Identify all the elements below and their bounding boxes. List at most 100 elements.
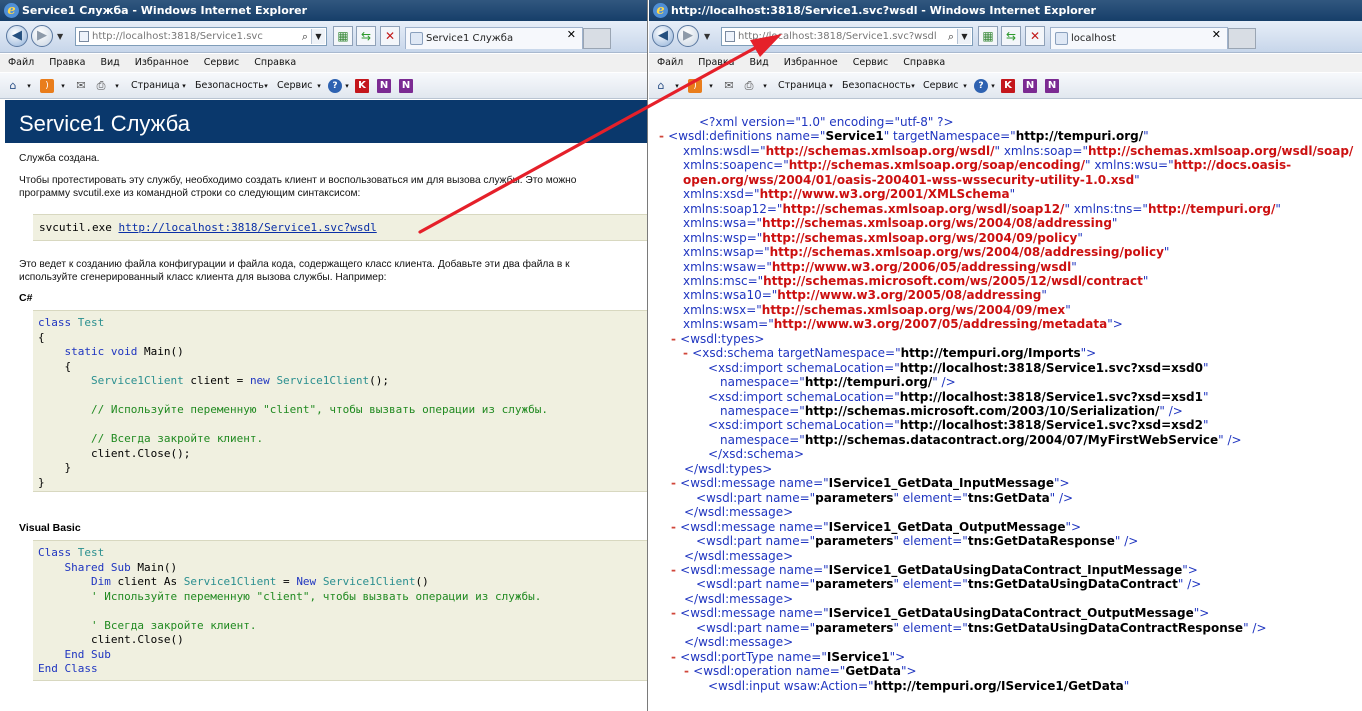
back-button[interactable]: ◀ bbox=[652, 25, 674, 47]
xml-token: - bbox=[683, 346, 693, 361]
onenote-icon[interactable]: N bbox=[377, 79, 391, 93]
xml-token: http://tempuri.org/ bbox=[1015, 129, 1144, 144]
feeds-icon[interactable]: ) bbox=[688, 79, 702, 93]
tab-localhost[interactable]: localhost ✕ bbox=[1050, 27, 1228, 49]
menu-tools[interactable]: Сервис bbox=[204, 57, 240, 68]
address-bar[interactable]: http://localhost:3818/Service1.svc ⌕ ▼ bbox=[75, 27, 327, 46]
back-button[interactable]: ◀ bbox=[6, 25, 28, 47]
mail-icon[interactable]: ✉ bbox=[74, 79, 88, 93]
address-bar[interactable]: http://localhost:3818/Service1.svc?wsdl … bbox=[721, 27, 973, 46]
menu-favorites[interactable]: Избранное bbox=[135, 57, 189, 68]
refresh-button[interactable]: ⇆ bbox=[1001, 26, 1021, 46]
xml-token: " bbox=[1111, 216, 1118, 231]
page-title: Service1 Служба bbox=[5, 100, 647, 143]
tools-dropdown-icon[interactable]: ▾ bbox=[958, 79, 972, 93]
page-menu[interactable]: Страница bbox=[131, 73, 180, 98]
forward-button[interactable]: ▶ bbox=[31, 25, 53, 47]
menu-help[interactable]: Справка bbox=[254, 57, 296, 68]
page-dropdown-icon[interactable]: ▾ bbox=[177, 79, 191, 93]
tools-dropdown-icon[interactable]: ▾ bbox=[312, 79, 326, 93]
menu-tools[interactable]: Сервис bbox=[853, 57, 889, 68]
new-tab-button[interactable] bbox=[1228, 28, 1256, 49]
tools-menu[interactable]: Сервис bbox=[923, 73, 959, 98]
feeds-dropdown-icon[interactable]: ▾ bbox=[704, 79, 718, 93]
mail-icon[interactable]: ✉ bbox=[722, 79, 736, 93]
refresh-button[interactable]: ⇆ bbox=[356, 26, 376, 46]
home-icon[interactable]: ⌂ bbox=[6, 79, 20, 93]
xml-token: " element=" bbox=[893, 577, 968, 592]
window-titlebar[interactable]: e Service1 Служба - Windows Internet Exp… bbox=[0, 0, 647, 21]
onenote-icon[interactable]: N bbox=[1023, 79, 1037, 93]
window-titlebar[interactable]: e http://localhost:3818/Service1.svc?wsd… bbox=[649, 0, 1362, 21]
page-menu[interactable]: Страница bbox=[778, 73, 827, 98]
help-dropdown-icon[interactable]: ▾ bbox=[340, 79, 354, 93]
address-input[interactable]: http://localhost:3818/Service1.svc bbox=[92, 31, 263, 42]
address-dropdown-icon[interactable]: ▼ bbox=[957, 29, 971, 44]
onenote-send-icon[interactable]: N bbox=[1045, 79, 1059, 93]
menu-file[interactable]: Файл bbox=[657, 57, 683, 68]
menu-help[interactable]: Справка bbox=[903, 57, 945, 68]
xml-line[interactable]: - <wsdl:message name="IService1_GetData_… bbox=[671, 476, 1070, 491]
xml-line[interactable]: - <wsdl:message name="IService1_GetDataU… bbox=[671, 606, 1209, 621]
address-dropdown-icon[interactable]: ▼ bbox=[311, 29, 325, 44]
xml-token: "> bbox=[1065, 519, 1082, 534]
address-input[interactable]: http://localhost:3818/Service1.svc?wsdl bbox=[738, 31, 937, 42]
menu-view[interactable]: Вид bbox=[749, 57, 768, 68]
xml-token: xmlns:wsa10=" bbox=[683, 288, 778, 303]
xml-token: - bbox=[671, 606, 681, 621]
page-icon bbox=[79, 31, 89, 42]
safety-menu[interactable]: Безопасность bbox=[195, 73, 264, 98]
wsdl-link[interactable]: http://localhost:3818/Service1.svc?wsdl bbox=[118, 221, 376, 234]
menu-favorites[interactable]: Избранное bbox=[784, 57, 838, 68]
xml-token: " /> bbox=[1114, 534, 1139, 549]
xml-token: - bbox=[659, 129, 669, 144]
page-dropdown-icon[interactable]: ▾ bbox=[824, 79, 838, 93]
search-icon[interactable]: ⌕ bbox=[948, 28, 954, 45]
home-dropdown-icon[interactable]: ▾ bbox=[22, 79, 36, 93]
safety-dropdown-icon[interactable]: ▾ bbox=[906, 79, 920, 93]
onenote-send-icon[interactable]: N bbox=[399, 79, 413, 93]
xml-token: "> bbox=[889, 649, 906, 664]
menu-view[interactable]: Вид bbox=[100, 57, 119, 68]
feeds-dropdown-icon[interactable]: ▾ bbox=[56, 79, 70, 93]
menu-file[interactable]: Файл bbox=[8, 57, 34, 68]
stop-button[interactable]: ✕ bbox=[1025, 26, 1045, 46]
menu-edit[interactable]: Правка bbox=[49, 57, 85, 68]
xml-line[interactable]: - <wsdl:operation name="GetData"> bbox=[684, 664, 917, 679]
safety-menu[interactable]: Безопасность bbox=[842, 73, 911, 98]
kaspersky-icon[interactable]: K bbox=[1001, 79, 1015, 93]
xml-line[interactable]: - <wsdl:message name="IService1_GetData_… bbox=[671, 520, 1081, 535]
kaspersky-icon[interactable]: K bbox=[355, 79, 369, 93]
xml-line[interactable]: - <xsd:schema targetNamespace="http://te… bbox=[683, 346, 1096, 361]
xml-line[interactable]: - <wsdl:types> bbox=[671, 332, 764, 347]
print-dropdown-icon[interactable]: ▾ bbox=[758, 79, 772, 93]
xml-line[interactable]: - <wsdl:definitions name="Service1" targ… bbox=[659, 129, 1149, 144]
print-dropdown-icon[interactable]: ▾ bbox=[110, 79, 124, 93]
compatibility-view-button[interactable]: ▦ bbox=[333, 26, 353, 46]
xml-token: " xmlns:wsu=" bbox=[1085, 158, 1174, 173]
forward-button[interactable]: ▶ bbox=[677, 25, 699, 47]
xml-line: <wsdl:part name="parameters" element="tn… bbox=[696, 534, 1138, 549]
new-tab-button[interactable] bbox=[583, 28, 611, 49]
tab-service1[interactable]: Service1 Служба ✕ bbox=[405, 27, 583, 49]
xml-token: - bbox=[671, 562, 681, 577]
home-icon[interactable]: ⌂ bbox=[654, 79, 668, 93]
tools-menu[interactable]: Сервис bbox=[277, 73, 313, 98]
help-dropdown-icon[interactable]: ▾ bbox=[986, 79, 1000, 93]
stop-button[interactable]: ✕ bbox=[380, 26, 400, 46]
menu-edit[interactable]: Правка bbox=[698, 57, 734, 68]
compatibility-view-button[interactable]: ▦ bbox=[978, 26, 998, 46]
safety-dropdown-icon[interactable]: ▾ bbox=[259, 79, 273, 93]
close-tab-icon[interactable]: ✕ bbox=[1212, 28, 1221, 43]
print-icon[interactable]: ⎙ bbox=[742, 79, 756, 93]
close-tab-icon[interactable]: ✕ bbox=[567, 28, 576, 43]
xml-token: <wsdl:definitions name=" bbox=[668, 129, 826, 144]
xml-line[interactable]: - <wsdl:message name="IService1_GetDataU… bbox=[671, 563, 1198, 578]
history-dropdown-icon[interactable]: ▼ bbox=[57, 32, 63, 41]
xml-line[interactable]: - <wsdl:portType name="IService1"> bbox=[671, 650, 905, 665]
search-icon[interactable]: ⌕ bbox=[302, 28, 308, 45]
print-icon[interactable]: ⎙ bbox=[94, 79, 108, 93]
history-dropdown-icon[interactable]: ▼ bbox=[704, 32, 710, 41]
feeds-icon[interactable]: ) bbox=[40, 79, 54, 93]
home-dropdown-icon[interactable]: ▾ bbox=[670, 79, 684, 93]
